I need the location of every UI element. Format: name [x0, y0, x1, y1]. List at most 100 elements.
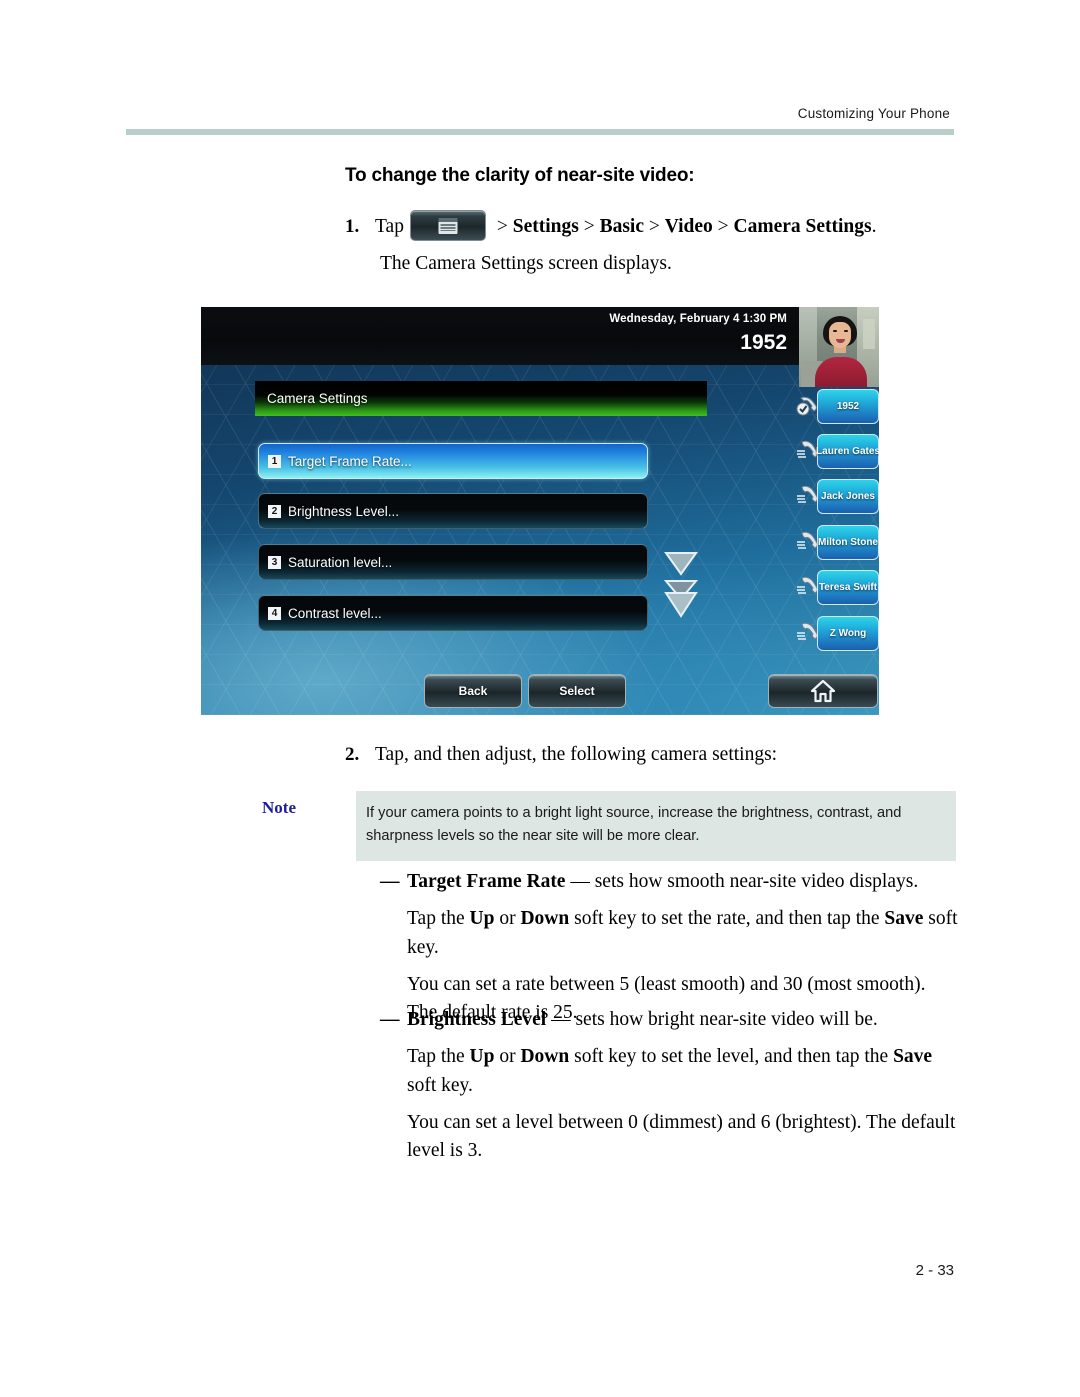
bullet-paragraph-2: You can set a level between 0 (dimmest) …	[407, 1111, 956, 1162]
line-key-button[interactable]: Z Wong	[817, 616, 879, 651]
para-text: Tap the	[407, 908, 470, 930]
line-key-label: Teresa Swift	[818, 582, 878, 593]
bullet-text: Target Frame Rate — sets how smooth near…	[407, 868, 918, 896]
bullet-paragraph-1: Tap the Up or Down soft key to set the l…	[407, 1034, 960, 1100]
step-2-number: 2.	[345, 744, 360, 765]
para-text: or	[494, 908, 521, 930]
step-1-number: 1.	[345, 216, 360, 237]
menu-item-index: 3	[268, 555, 281, 569]
status-extension: 1952	[740, 331, 787, 354]
para-bold-save: Save	[893, 1046, 933, 1068]
para-bold-save: Save	[884, 908, 924, 930]
line-key-button[interactable]: Milton Stone	[817, 525, 879, 560]
line-key-jack-jones[interactable]: Jack Jones	[797, 479, 879, 514]
line-key-label: Milton Stone	[818, 537, 878, 548]
line-key-label: 1952	[836, 401, 860, 412]
thumb-person-eye-right	[844, 330, 848, 332]
bullet-text: Brightness Level — sets how bright near-…	[407, 1006, 878, 1034]
line-key-lauren-gates[interactable]: Lauren Gates	[797, 434, 879, 469]
thumb-person-face	[829, 322, 851, 348]
soft-key-back[interactable]: Back	[424, 674, 522, 708]
thumb-person-body	[815, 357, 867, 387]
bullet-separator: —	[546, 1009, 576, 1030]
step-2: 2. Tap, and then adjust, the following c…	[345, 740, 965, 769]
home-icon	[810, 679, 836, 703]
menu-item-label: Target Frame Rate...	[288, 453, 412, 469]
menu-item-contrast-level[interactable]: 4 Contrast level...	[258, 595, 648, 631]
home-menu-key-icon[interactable]	[409, 210, 486, 241]
bullet-heading: — Target Frame Rate — sets how smooth ne…	[380, 868, 960, 896]
note-box: If your camera points to a bright light …	[356, 791, 956, 862]
home-key-button[interactable]	[768, 674, 878, 708]
bullet-term: Brightness Level	[407, 1009, 547, 1030]
bullet-target-frame-rate: — Target Frame Rate — sets how smooth ne…	[380, 868, 960, 1027]
para-text: soft key.	[407, 1074, 473, 1096]
bullet-definition: sets how smooth near-site video displays…	[594, 871, 919, 892]
line-key-button[interactable]: Lauren Gates	[816, 434, 879, 469]
line-key-label: Z Wong	[829, 628, 867, 639]
menu-item-label: Brightness Level...	[288, 503, 400, 519]
status-date-time: Wednesday, February 4 1:30 PM	[609, 313, 787, 325]
running-head: Customizing Your Phone	[797, 106, 950, 121]
para-bold-up: Up	[469, 1046, 495, 1068]
scroll-down-icon[interactable]	[663, 550, 699, 576]
para-bold-up: Up	[469, 908, 495, 930]
page-title: To change the clarity of near-site video…	[345, 165, 695, 186]
step-1-sep-3: >	[643, 216, 665, 237]
page-number: 2 - 33	[915, 1262, 954, 1279]
menu-item-label: Contrast level...	[288, 605, 382, 621]
bullet-separator: —	[565, 871, 595, 892]
step-1-sep-4: >	[712, 216, 734, 237]
menu-window-glyph	[438, 217, 458, 234]
menu-item-index: 2	[268, 504, 281, 518]
para-text: soft key to set the level, and then tap …	[569, 1046, 894, 1068]
line-key-1952[interactable]: 1952	[796, 389, 879, 424]
menu-item-index: 1	[268, 454, 281, 468]
para-text: or	[494, 1046, 521, 1068]
line-key-button[interactable]: 1952	[817, 389, 879, 424]
para-text: Tap the	[407, 1046, 470, 1068]
note-label: Note	[262, 798, 296, 817]
para-bold-down: Down	[520, 908, 570, 930]
thumb-door	[863, 319, 875, 349]
menu-item-index: 4	[268, 606, 281, 620]
line-key-label: Lauren Gates	[816, 446, 879, 457]
line-key-milton-stone[interactable]: Milton Stone	[797, 525, 879, 560]
soft-key-select[interactable]: Select	[528, 674, 626, 708]
bullet-term: Target Frame Rate	[407, 871, 566, 892]
bullet-brightness-level: — Brightness Level — sets how bright nea…	[380, 1006, 960, 1165]
menu-item-brightness-level[interactable]: 2 Brightness Level...	[258, 493, 648, 529]
line-key-button[interactable]: Jack Jones	[817, 479, 879, 514]
step-1-period: .	[871, 216, 877, 237]
thumb-person-eye-left	[833, 330, 837, 332]
menu-item-saturation-level[interactable]: 3 Saturation level...	[258, 544, 648, 580]
step-1-sep-1: >	[491, 216, 513, 237]
step-1-result: The Camera Settings screen displays.	[380, 253, 672, 274]
line-key-button[interactable]: Teresa Swift	[817, 570, 879, 605]
bullet-definition: sets how bright near-site video will be.	[575, 1009, 878, 1030]
step-1-sep-2: >	[578, 216, 600, 237]
menu-item-target-frame-rate[interactable]: 1 Target Frame Rate...	[258, 443, 648, 479]
step-1-lead: Tap	[375, 216, 404, 237]
line-key-label: Jack Jones	[821, 491, 875, 502]
step-1-settings: Settings	[512, 216, 579, 237]
header-rule	[126, 129, 954, 135]
scroll-page-down-icon[interactable]	[663, 579, 699, 619]
bullet-dash: —	[380, 871, 400, 892]
bullet-dash: —	[380, 1009, 400, 1030]
line-key-z-wong[interactable]: Z Wong	[797, 616, 879, 651]
soft-key-label: Select	[559, 684, 595, 698]
step-1-video: Video	[664, 216, 713, 237]
line-key-teresa-swift[interactable]: Teresa Swift	[797, 570, 879, 605]
phone-screen-screenshot: Wednesday, February 4 1:30 PM 1952 Camer…	[201, 307, 879, 715]
menu-title-bar: Camera Settings	[255, 381, 707, 416]
menu-title-label: Camera Settings	[267, 391, 368, 406]
step-2-text: Tap, and then adjust, the following came…	[375, 744, 778, 765]
menu-item-label: Saturation level...	[288, 554, 393, 570]
step-1-camera-settings: Camera Settings	[733, 216, 872, 237]
phone-status-bar: Wednesday, February 4 1:30 PM 1952	[201, 307, 799, 365]
soft-key-label: Back	[458, 684, 488, 698]
bullet-paragraph-1: Tap the Up or Down soft key to set the r…	[407, 896, 960, 962]
step-1: 1. Tap > Settings > Basic > Video > Came…	[345, 210, 965, 241]
para-bold-down: Down	[520, 1046, 570, 1068]
